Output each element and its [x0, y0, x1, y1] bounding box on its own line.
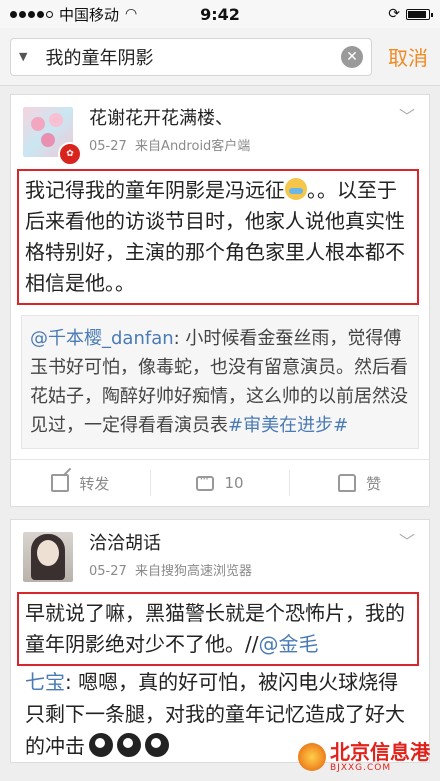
search-box[interactable]: ▼ ✕ — [10, 37, 372, 76]
post-actions: 转发 10 赞 — [11, 459, 429, 506]
verified-badge-icon: ✿ — [58, 142, 82, 166]
comment-count: 10 — [224, 474, 244, 492]
post-text: 我记得我的童年阴影是冯远征 — [25, 178, 285, 202]
username[interactable]: 洽洽胡话 — [89, 532, 252, 556]
signal-icon — [10, 10, 53, 18]
forward-label: 转发 — [79, 474, 110, 493]
like-label: 赞 — [366, 474, 382, 493]
username[interactable]: 花谢花开花满楼、 — [89, 107, 250, 131]
post-date: 05-27 — [89, 564, 127, 579]
search-input[interactable] — [43, 45, 335, 68]
avatar[interactable]: ✿ — [23, 107, 82, 166]
post-header: ✿ 花谢花开花满楼、 05-27 来自Android客户端 ﹀ — [11, 95, 429, 166]
eye-emoji-icon — [117, 733, 141, 757]
quoted-post[interactable]: @千本樱_danfan: 小时候看金蚕丝雨，觉得傅玉书好可怕，像毒蛇，也没有留意… — [21, 315, 419, 449]
user-mention-continued[interactable]: 七宝 — [25, 670, 65, 694]
post-content: 我记得我的童年阴影是冯远征 。。以至于后来看他的访谈节目时，他家人说他真实性格特别… — [17, 169, 419, 305]
hashtag-link[interactable]: #审美在进步# — [228, 415, 348, 436]
watermark-logo-icon — [298, 743, 326, 771]
rotation-lock-icon: ⟳ — [388, 6, 400, 22]
post-meta: 05-27 来自搜狗高速浏览器 — [89, 560, 252, 579]
crying-emoji-icon — [285, 178, 307, 200]
comment-icon — [196, 472, 215, 491]
search-bar: ▼ ✕ 取消 — [0, 28, 440, 86]
weibo-post-card: 洽洽胡话 05-27 来自搜狗高速浏览器 ﹀ 早就说了嘛，黑猫警长就是个恐怖片，… — [10, 519, 430, 763]
dropdown-caret-icon[interactable]: ▼ — [19, 50, 27, 63]
avatar[interactable] — [23, 532, 73, 582]
eye-emoji-icon — [89, 733, 113, 757]
watermark-title: 北京信息港 — [330, 740, 430, 764]
clear-search-button[interactable]: ✕ — [341, 45, 363, 68]
watermark: 北京信息港 BJXXG.COM — [298, 741, 430, 773]
post-header: 洽洽胡话 05-27 来自搜狗高速浏览器 ﹀ — [11, 520, 429, 582]
weibo-post-card: ✿ 花谢花开花满楼、 05-27 来自Android客户端 ﹀ 我记得我的童年阴… — [10, 94, 430, 507]
user-mention[interactable]: @金毛 — [258, 632, 318, 656]
chevron-down-icon[interactable]: ﹀ — [399, 103, 415, 127]
wifi-icon: ◠ — [125, 6, 138, 22]
comment-button[interactable]: 10 — [149, 470, 290, 496]
post-meta: 05-27 来自Android客户端 — [89, 135, 250, 154]
status-bar: 中国移动 ◠ 9:42 ⟳ — [0, 0, 440, 28]
carrier-name: 中国移动 — [59, 5, 120, 24]
battery-icon — [406, 8, 433, 20]
post-source: 来自Android客户端 — [135, 139, 251, 154]
chevron-down-icon[interactable]: ﹀ — [399, 528, 415, 552]
post-date: 05-27 — [89, 139, 127, 154]
forward-button[interactable]: 转发 — [11, 473, 150, 494]
post-text: 早就说了嘛，黑猫警长就是个恐怖片，我的童年阴影绝对少不了他。// — [25, 601, 405, 656]
like-button[interactable]: 赞 — [289, 470, 429, 496]
post-source: 来自搜狗高速浏览器 — [135, 564, 253, 579]
battery-level — [408, 10, 426, 18]
watermark-url: BJXXG.COM — [330, 763, 392, 773]
quote-user-mention[interactable]: @千本樱_danfan — [30, 328, 174, 349]
thumbs-up-icon — [338, 474, 357, 492]
eye-emoji-icon — [145, 733, 169, 757]
cancel-button[interactable]: 取消 — [388, 42, 428, 71]
forward-icon — [51, 474, 70, 492]
post-content: 早就说了嘛，黑猫警长就是个恐怖片，我的童年阴影绝对少不了他。//@金毛 — [17, 592, 419, 666]
